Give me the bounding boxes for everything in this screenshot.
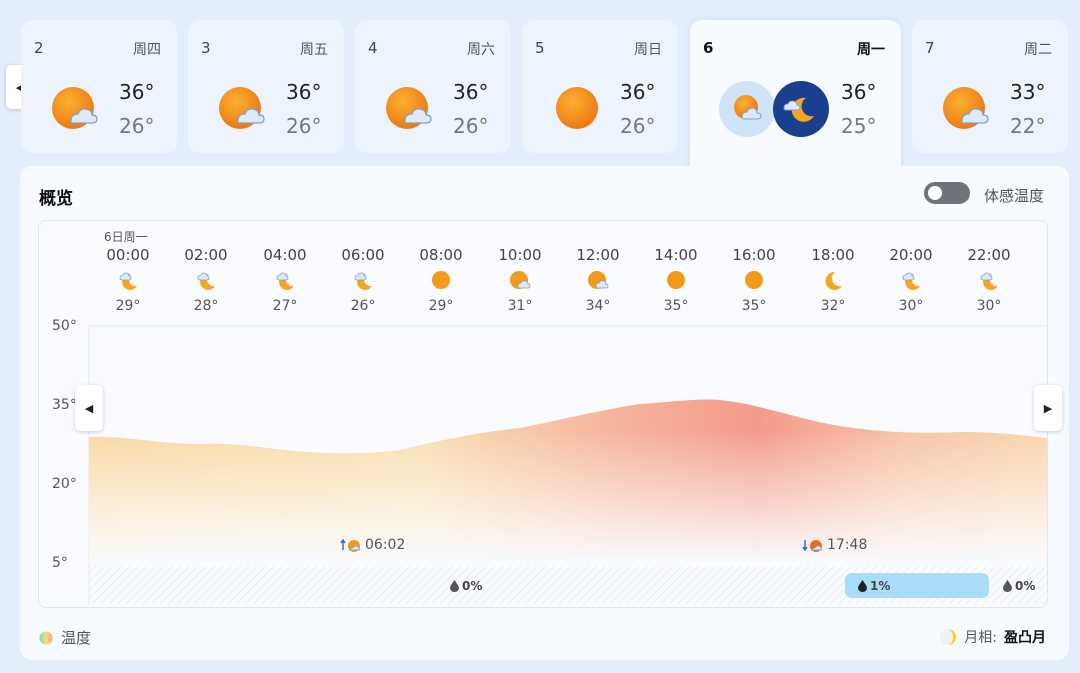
hour-column: 06:00 26° [333,246,393,314]
hour-column: 00:00 29° [98,246,158,314]
hour-column: 22:00 30° [959,246,1019,314]
hour-temp: 35° [741,298,767,314]
raindrop-icon [450,580,459,592]
hour-time: 04:00 [263,246,307,264]
date-label: 6日周一 [104,230,148,244]
hour-column: 10:00 31° [490,246,550,314]
precipitation-label-highlight: 1% [858,579,890,593]
precipitation-value: 0% [1015,579,1036,593]
moon-phase: 月相: 盈凸月 [939,627,1046,647]
hour-column: 02:00 28° [176,246,236,314]
hour-time: 14:00 [654,246,698,264]
y-axis-label: 20° [52,476,77,492]
hour-temp: 26° [350,298,376,314]
hour-temp: 30° [898,298,924,314]
sun-cloud-icon [510,271,531,289]
hour-temp: 30° [976,298,1002,314]
hour-column: 16:00 35° [724,246,784,314]
precipitation-label: 0% [1003,579,1035,593]
temperature-legend-icon [39,631,53,644]
sun-icon [667,271,685,289]
chart-next-button[interactable]: ▶ [1034,385,1062,431]
y-axis-label: 5° [52,555,68,571]
raindrop-icon [1003,580,1012,592]
hour-temp: 32° [820,298,846,314]
hour-temp: 34° [585,298,611,314]
hour-column: 14:00 35° [646,246,706,314]
sunset-marker: 17:48 [802,537,867,553]
hour-column: 18:00 32° [803,246,863,314]
sun-icon [745,271,763,289]
moon-cloud-icon [276,272,294,290]
hour-time: 22:00 [967,246,1011,264]
hour-time: 06:00 [341,246,385,264]
y-axis-label: 35° [52,397,77,413]
hour-time: 16:00 [732,246,776,264]
sun-icon [432,271,450,289]
precipitation-value: 1% [870,579,891,593]
hour-column: 04:00 27° [255,246,315,314]
moon-cloud-icon [902,272,920,290]
sunrise-marker: 06:02 [340,537,405,553]
hour-temp: 31° [507,298,533,314]
hour-column: 08:00 29° [411,246,471,314]
hour-time: 20:00 [889,246,933,264]
hour-temp: 35° [663,298,689,314]
sun-cloud-icon [588,271,609,289]
moon-phase-value: 盈凸月 [1004,630,1046,646]
temperature-legend-label: 温度 [61,629,92,647]
sunrise-icon [340,538,361,552]
moon-phase-icon [940,629,957,645]
temperature-legend: 温度 [39,627,91,648]
hour-column: 12:00 34° [568,246,628,314]
chart-prev-button[interactable]: ◀ [75,385,103,431]
hour-time: 08:00 [419,246,463,264]
precipitation-value: 0% [462,579,483,593]
moon-cloud-icon [980,272,998,290]
sunset-icon [802,540,823,552]
hour-time: 00:00 [106,246,150,264]
moon-cloud-icon [354,272,372,290]
precipitation-label: 0% [450,579,482,593]
temperature-area-fade [89,430,1047,564]
hour-time: 18:00 [811,246,855,264]
hour-time: 02:00 [184,246,228,264]
sunset-time: 17:48 [827,537,868,553]
moon-cloud-icon [119,272,137,290]
sunrise-time: 06:02 [365,537,406,553]
hour-temp: 27° [272,298,298,314]
hour-temp: 29° [115,298,141,314]
hour-column: 20:00 30° [881,246,941,314]
moon-icon [825,271,842,290]
y-axis-label: 50° [52,318,77,334]
hour-temp: 29° [428,298,454,314]
hour-temp: 28° [193,298,219,314]
moon-phase-label: 月相: [964,630,997,646]
hour-time: 12:00 [576,246,620,264]
moon-cloud-icon [197,272,215,290]
hour-time: 10:00 [498,246,542,264]
raindrop-icon [858,580,867,592]
